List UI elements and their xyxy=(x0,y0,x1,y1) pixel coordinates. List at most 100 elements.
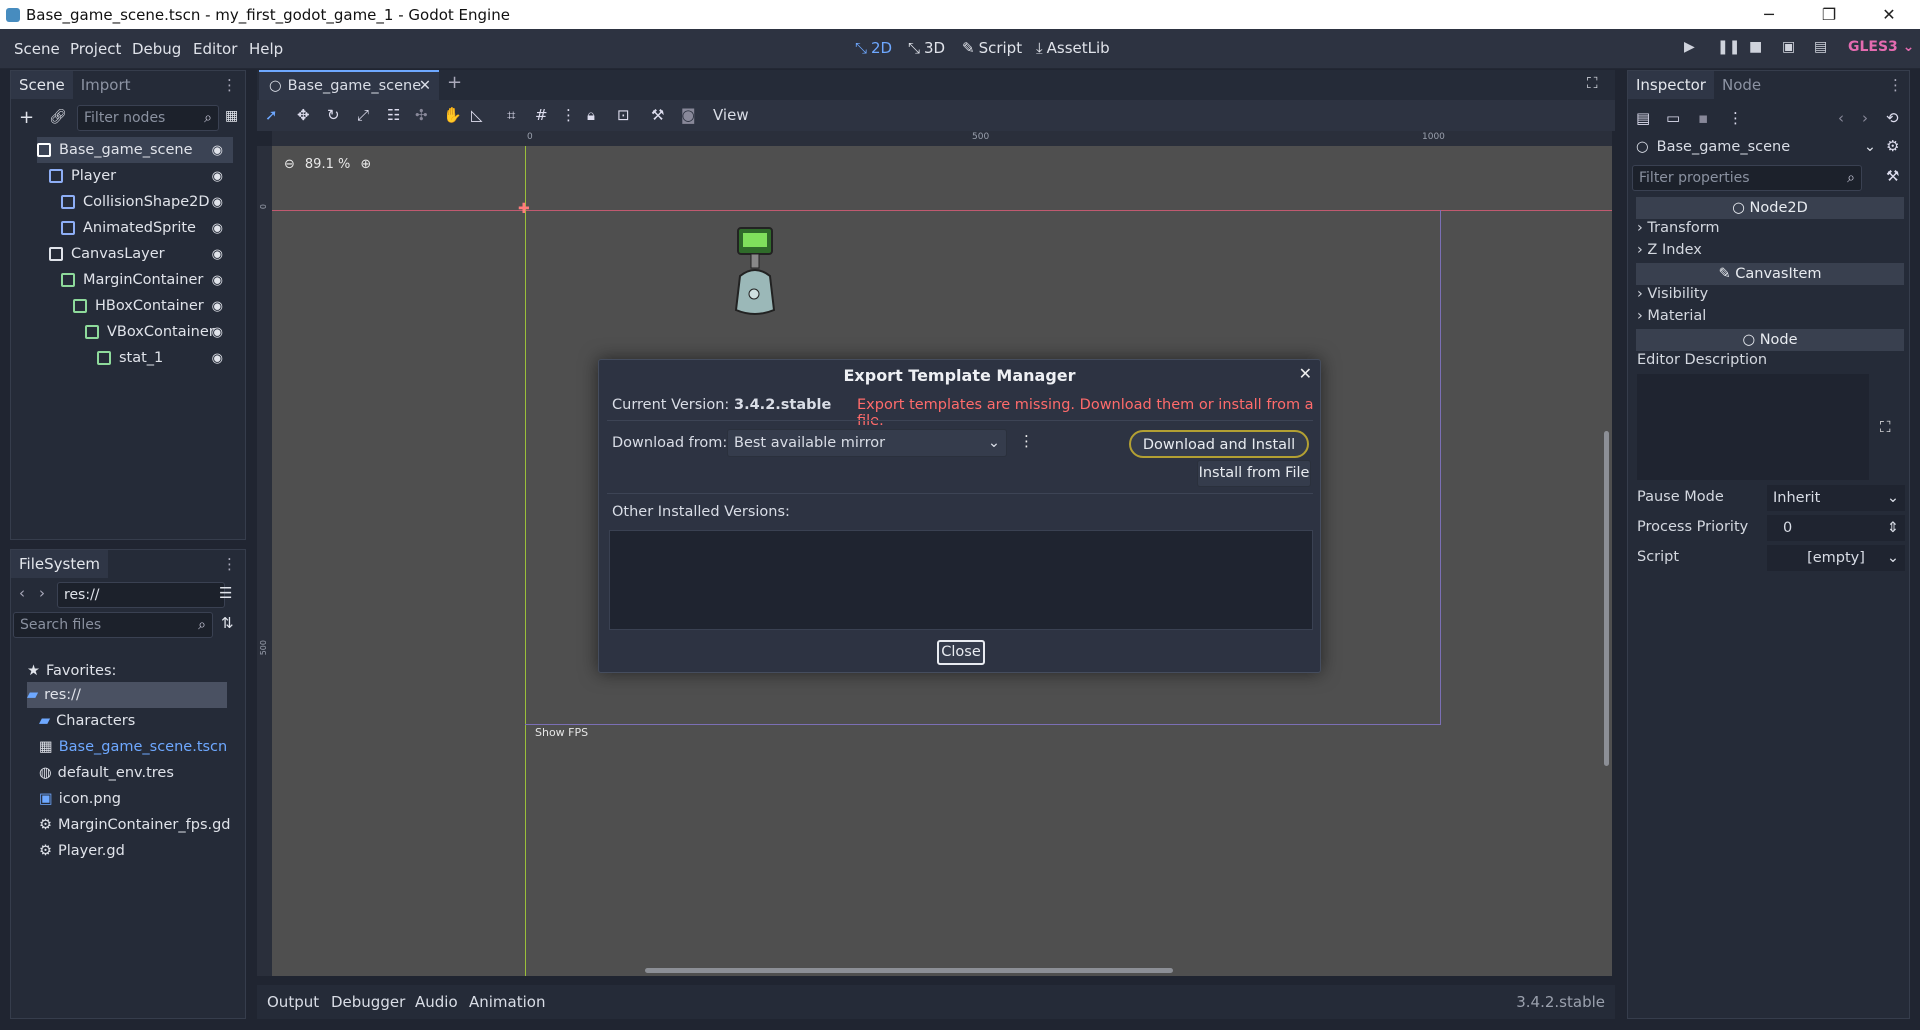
zoom-level[interactable]: 89.1 % xyxy=(305,157,350,172)
inspected-object-select[interactable]: ○ Base_game_scene ⌄ xyxy=(1636,135,1876,159)
download-and-install-button[interactable]: Download and Install xyxy=(1129,430,1309,458)
add-node-icon[interactable]: + xyxy=(19,107,34,128)
back-icon[interactable]: ‹ xyxy=(19,584,25,602)
tab-node[interactable]: Node xyxy=(1714,71,1769,99)
group-z-index[interactable]: › Z Index xyxy=(1637,242,1702,258)
menu-scene[interactable]: Scene xyxy=(14,40,60,58)
visibility-eye-icon[interactable]: ◉ xyxy=(212,247,223,262)
tab-import[interactable]: Import xyxy=(73,71,139,99)
list-select-icon[interactable]: ☷ xyxy=(387,106,400,124)
scene-script-icon[interactable]: ▦ xyxy=(225,108,238,124)
close-tab-icon[interactable]: ✕ xyxy=(419,78,431,94)
filter-properties-input[interactable]: Filter properties ⌕ xyxy=(1632,165,1862,191)
group-visibility[interactable]: › Visibility xyxy=(1637,286,1708,302)
select-mode-icon[interactable]: ➚ xyxy=(265,106,278,124)
visibility-eye-icon[interactable]: ◉ xyxy=(212,221,223,236)
visibility-eye-icon[interactable]: ◉ xyxy=(212,273,223,288)
player-sprite[interactable] xyxy=(730,226,780,318)
distraction-free-icon[interactable]: ⛶ xyxy=(1587,74,1598,92)
workspace-2d-button[interactable]: ⤡ 2D xyxy=(855,39,892,57)
scene-tree-node[interactable]: CanvasLayer ◉ xyxy=(49,241,233,267)
scene-tree-node[interactable]: HBoxContainer ◉ xyxy=(73,293,233,319)
tab-inspector[interactable]: Inspector xyxy=(1628,71,1714,99)
scene-tree-node[interactable]: Base_game_scene ◉ xyxy=(37,137,233,163)
workspace-3d-button[interactable]: ⤡ 3D xyxy=(908,39,945,57)
maximize-button[interactable]: ❐ xyxy=(1800,0,1858,29)
history-forward-icon[interactable]: › xyxy=(1862,109,1868,127)
group-transform[interactable]: › Transform xyxy=(1637,220,1720,236)
scale-mode-icon[interactable]: ⤢ xyxy=(357,106,369,124)
close-dialog-icon[interactable]: ✕ xyxy=(1299,364,1312,383)
list-view-icon[interactable]: ☰ xyxy=(219,584,232,602)
object-properties-icon[interactable]: ⚙ xyxy=(1886,137,1899,155)
tab-filesystem[interactable]: FileSystem xyxy=(11,550,109,578)
open-folder-icon[interactable]: ▭ xyxy=(1666,109,1680,127)
play-scene-icon[interactable]: ▣ xyxy=(1782,39,1795,55)
group-material[interactable]: › Material xyxy=(1637,308,1706,324)
ruler-mode-icon[interactable]: ◺ xyxy=(471,106,483,124)
pause-mode-select[interactable]: Inherit ⌄ xyxy=(1767,485,1905,511)
renderer-select[interactable]: GLES3 ⌄ xyxy=(1848,39,1914,55)
path-input[interactable]: res:// xyxy=(57,582,225,608)
pause-icon[interactable]: ❚❚ xyxy=(1717,39,1740,55)
minimize-button[interactable]: ─ xyxy=(1740,0,1798,29)
kebab-menu-icon[interactable]: ⋮ xyxy=(222,76,237,94)
menu-editor[interactable]: Editor xyxy=(193,40,237,58)
visibility-eye-icon[interactable]: ◉ xyxy=(212,169,223,184)
view-menu[interactable]: View xyxy=(713,106,749,124)
kebab-menu-icon[interactable]: ⋮ xyxy=(561,106,576,124)
process-priority-stepper[interactable]: 0 ⇕ xyxy=(1767,515,1905,541)
tab-scene[interactable]: Scene xyxy=(11,71,73,99)
filesystem-item[interactable]: ▦ Base_game_scene.tscn xyxy=(39,734,229,760)
lock-icon[interactable]: 🔒︎ xyxy=(587,106,595,124)
visibility-eye-icon[interactable]: ◉ xyxy=(212,325,223,340)
kebab-menu-icon[interactable]: ⋮ xyxy=(1888,76,1903,94)
filesystem-item[interactable]: ▰ res:// xyxy=(27,682,227,708)
tab-base-game-scene[interactable]: ○ Base_game_scene ✕ xyxy=(259,70,439,100)
filesystem-item[interactable]: ⚙ MarginContainer_fps.gd xyxy=(39,812,231,838)
visibility-eye-icon[interactable]: ◉ xyxy=(212,143,223,158)
close-button[interactable]: Close xyxy=(937,640,985,665)
expand-icon[interactable]: ⛶ xyxy=(1880,418,1891,436)
close-window-button[interactable]: ✕ xyxy=(1860,0,1918,29)
rotate-mode-icon[interactable]: ↻ xyxy=(327,106,340,124)
zoom-in-icon[interactable]: ⊕ xyxy=(360,157,371,172)
menu-debug[interactable]: Debug xyxy=(132,40,181,58)
kebab-menu-icon[interactable]: ⋮ xyxy=(222,555,237,573)
visibility-eye-icon[interactable]: ◉ xyxy=(212,195,223,210)
favorites-item[interactable]: ★ Favorites: xyxy=(27,658,116,684)
stop-icon[interactable]: ■ xyxy=(1749,39,1762,55)
pivot-icon[interactable]: ✣ xyxy=(415,106,428,124)
tab-debugger[interactable]: Debugger xyxy=(331,993,405,1011)
scene-tree-node[interactable]: AnimatedSprite ◉ xyxy=(61,215,233,241)
group-icon[interactable]: ⊡ xyxy=(617,106,630,124)
workspace-assetlib-button[interactable]: ⤓ AssetLib xyxy=(1036,39,1110,57)
kebab-menu-icon[interactable]: ⋮ xyxy=(1019,432,1034,450)
scene-tree-node[interactable]: Player ◉ xyxy=(49,163,233,189)
tab-animation[interactable]: Animation xyxy=(469,993,545,1011)
pan-mode-icon[interactable]: ✋ xyxy=(443,106,462,124)
installed-versions-list[interactable] xyxy=(609,530,1313,630)
filesystem-item[interactable]: ⚙ Player.gd xyxy=(39,838,229,864)
bone-icon[interactable]: ⚒ xyxy=(651,106,664,124)
filter-nodes-input[interactable]: Filter nodes ⌕ xyxy=(77,105,219,131)
grid-snap-icon[interactable]: # xyxy=(535,106,548,124)
install-from-file-button[interactable]: Install from File xyxy=(1197,460,1311,487)
mirror-select[interactable]: Best available mirror ⌄ xyxy=(727,429,1007,457)
filesystem-item[interactable]: ▰ Characters xyxy=(39,708,229,734)
tab-audio[interactable]: Audio xyxy=(415,993,458,1011)
search-files-input[interactable]: Search files ⌕ xyxy=(13,612,213,638)
filesystem-item[interactable]: ◍ default_env.tres xyxy=(39,760,229,786)
sort-icon[interactable]: ⇅ xyxy=(221,614,234,632)
save-icon[interactable]: ▪ xyxy=(1698,109,1708,127)
editor-description-field[interactable] xyxy=(1637,374,1869,480)
tab-output[interactable]: Output xyxy=(267,993,319,1011)
scene-tree-node[interactable]: stat_1 ◉ xyxy=(97,345,233,371)
property-tools-icon[interactable]: ⚒ xyxy=(1886,167,1899,185)
link-icon[interactable]: 🔗︎ xyxy=(49,109,67,125)
forward-icon[interactable]: › xyxy=(39,584,45,602)
zoom-out-icon[interactable]: ⊖ xyxy=(284,157,295,172)
scene-tree-node[interactable]: CollisionShape2D ◉ xyxy=(61,189,233,215)
filesystem-item[interactable]: ▣ icon.png xyxy=(39,786,229,812)
kebab-menu-icon[interactable]: ⋮ xyxy=(1728,109,1743,127)
